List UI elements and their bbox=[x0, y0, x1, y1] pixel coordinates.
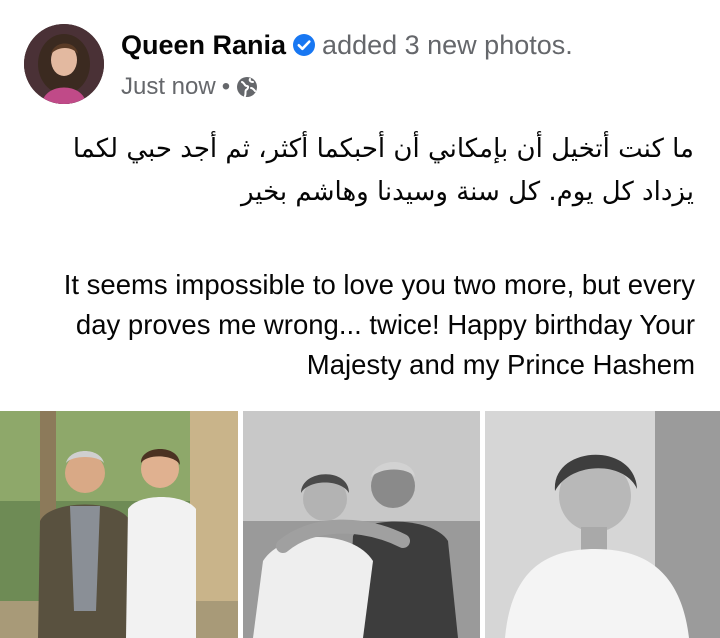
post-meta: Just now • bbox=[121, 72, 258, 106]
photo-3[interactable] bbox=[485, 411, 720, 638]
meta-separator: • bbox=[221, 73, 231, 100]
post-action-text: added 3 new photos. bbox=[322, 30, 573, 60]
facebook-post: Queen Rania added 3 new photos. Just now •… bbox=[0, 0, 720, 638]
photo-1[interactable] bbox=[0, 411, 238, 638]
timestamp[interactable]: Just now bbox=[121, 73, 216, 100]
avatar-image bbox=[24, 24, 104, 104]
verified-badge-icon bbox=[292, 31, 316, 65]
post-header: Queen Rania added 3 new photos. bbox=[121, 28, 573, 65]
post-text-english: It seems impossible to love you two more… bbox=[63, 269, 695, 380]
post-text-arabic: ما كنت أتخيل أن بإمكاني أن أحبكما أكثر، … bbox=[72, 134, 694, 207]
author-name[interactable]: Queen Rania bbox=[121, 30, 286, 60]
globe-icon[interactable] bbox=[236, 76, 258, 106]
avatar[interactable] bbox=[24, 24, 104, 104]
photo-2[interactable] bbox=[243, 411, 480, 638]
